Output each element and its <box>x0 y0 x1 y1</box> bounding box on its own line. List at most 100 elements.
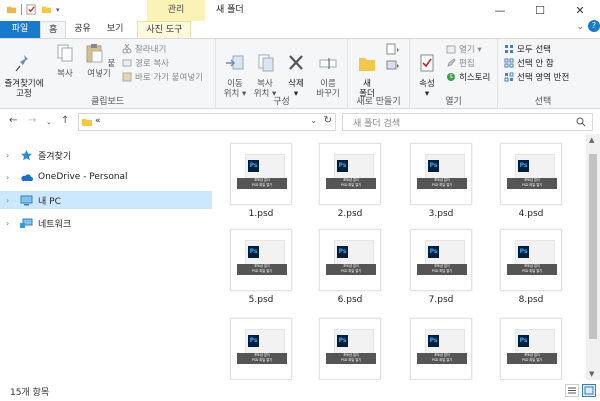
open-group: 속성 ▾ 열기 ▾ 편집 히스토리 열기 <box>410 39 498 109</box>
file-thumbnail: Ps 포토샵 없이 PSD 파일 열기 <box>500 143 562 205</box>
invert-selection-button[interactable]: 선택 영역 반전 <box>504 71 569 83</box>
close-button[interactable]: ✕ <box>560 0 600 21</box>
file-item[interactable]: Ps 포토샵 없이 PSD 파일 열기 4.psd <box>496 139 566 224</box>
sidebar-item-onedrive[interactable]: › OneDrive - Personal <box>0 168 212 186</box>
title-bar: ▾ 관리 새 폴더 — ☐ ✕ <box>0 0 600 21</box>
copy-to-button[interactable]: 복사 위치 ▾ <box>250 43 280 99</box>
up-arrow-icon[interactable]: ↑ <box>61 115 69 126</box>
file-thumbnail: Ps 포토샵 없이 PSD 파일 열기 <box>319 318 381 380</box>
select-group: 모두 선택 선택 안 함 선택 영역 반전 선택 <box>498 39 588 109</box>
select-none-button[interactable]: 선택 안 함 <box>504 57 554 69</box>
sidebar-item-quick-access[interactable]: › 즐겨찾기 <box>0 146 212 164</box>
forward-arrow-icon[interactable]: → <box>28 115 36 126</box>
thumbnail-caption: 포토샵 없이 PSD 파일 열기 <box>507 178 557 189</box>
delete-button[interactable]: 삭제 ▾ <box>282 43 310 99</box>
collapse-ribbon-icon[interactable]: ⌄ <box>576 22 584 32</box>
minimize-button[interactable]: — <box>480 0 520 21</box>
sidebar-item-network[interactable]: › 네트워크 <box>0 214 212 232</box>
file-name: 6.psd <box>337 295 363 305</box>
paste-shortcut-icon <box>122 72 132 82</box>
easy-access-icon[interactable] <box>386 59 400 71</box>
copy-path-button[interactable]: 경로 복사 <box>122 57 169 69</box>
select-all-button[interactable]: 모두 선택 <box>504 43 551 55</box>
vertical-scrollbar[interactable]: ▲ ▼ <box>586 134 600 380</box>
properties-button[interactable]: 속성 ▾ <box>414 43 440 99</box>
file-thumbnail: Ps 포토샵 없이 PSD 파일 열기 <box>230 318 292 380</box>
rename-button[interactable]: 이름 바꾸기 <box>312 43 344 99</box>
file-item[interactable]: Ps포토샵 없이 PSD 파일 열기9.psd <box>226 314 296 380</box>
tab-home[interactable]: 홈 <box>40 21 67 38</box>
expand-chevron-icon[interactable]: › <box>6 219 14 228</box>
tab-view[interactable]: 보기 <box>99 21 132 38</box>
pin-to-quick-access-button[interactable]: 즐겨찾기에 고정 <box>4 43 44 99</box>
expand-chevron-icon[interactable]: › <box>6 151 14 160</box>
file-thumbnail: Ps 포토샵 없이 PSD 파일 열기 <box>319 143 381 205</box>
search-icon <box>576 117 586 127</box>
open-button[interactable]: 열기 ▾ <box>446 43 482 55</box>
history-button[interactable]: 히스토리 <box>446 71 490 83</box>
file-item[interactable]: Ps 포토샵 없이 PSD 파일 열기 7.psd <box>406 225 476 310</box>
edit-button[interactable]: 편집 <box>446 57 475 69</box>
select-group-label: 선택 <box>534 97 552 107</box>
paste-shortcut-button[interactable]: 바로 가기 붙여넣기 <box>122 71 203 83</box>
file-item[interactable]: Ps 포토샵 없이 PSD 파일 열기 3.psd <box>406 139 476 224</box>
paste-button[interactable]: 붙여넣기 <box>80 43 118 79</box>
folder-icon <box>82 119 92 126</box>
properties-check-icon[interactable] <box>26 4 37 15</box>
network-icon <box>20 218 33 228</box>
scroll-thumb[interactable] <box>589 154 597 339</box>
ribbon-tabs: 파일 홈 공유 보기 사진 도구 <box>0 21 600 38</box>
file-item[interactable]: Ps포토샵 없이 PSD 파일 열기12.psd <box>496 314 566 380</box>
address-bar[interactable]: « ⌄ ↻ <box>78 113 336 131</box>
refresh-icon[interactable]: ↻ <box>324 115 332 126</box>
select-none-label: 선택 안 함 <box>517 59 554 69</box>
thumbnail-caption: 포토샵 없이 PSD 파일 열기 <box>237 353 287 364</box>
file-name: 7.psd <box>428 295 454 305</box>
file-item[interactable]: Ps 포토샵 없이 PSD 파일 열기 2.psd <box>315 139 385 224</box>
address-dropdown-icon[interactable]: ⌄ <box>310 116 317 125</box>
file-item[interactable]: Ps포토샵 없이 PSD 파일 열기11.psd <box>406 314 476 380</box>
sidebar-item-this-pc[interactable]: › 내 PC <box>0 191 212 209</box>
expand-chevron-icon[interactable]: › <box>6 196 14 205</box>
copy-button[interactable]: 복사 <box>50 43 80 79</box>
tab-picture-tools[interactable]: 사진 도구 <box>137 21 192 38</box>
scroll-down-icon[interactable]: ▼ <box>589 370 594 378</box>
thumbnail-caption: 포토샵 없이 PSD 파일 열기 <box>417 353 467 364</box>
move-to-button[interactable]: 이동 위치 ▾ <box>220 43 250 99</box>
new-folder-icon[interactable] <box>41 4 52 15</box>
maximize-button[interactable]: ☐ <box>520 0 560 21</box>
sidebar-item-label: 네트워크 <box>38 219 72 230</box>
history-icon <box>447 73 455 81</box>
file-item[interactable]: Ps 포토샵 없이 PSD 파일 열기 5.psd <box>226 225 296 310</box>
file-name: 5.psd <box>248 295 274 305</box>
expand-chevron-icon[interactable]: › <box>6 173 14 182</box>
file-item[interactable]: Ps 포토샵 없이 PSD 파일 열기 1.psd <box>226 139 296 224</box>
file-item[interactable]: Ps포토샵 없이 PSD 파일 열기10.psd <box>315 314 385 380</box>
large-icons-view-button[interactable] <box>582 384 596 397</box>
thumbnail-caption: 포토샵 없이 PSD 파일 열기 <box>237 264 287 275</box>
select-all-label: 모두 선택 <box>517 45 551 55</box>
customize-qa-chevron-icon[interactable]: ▾ <box>56 6 60 14</box>
new-folder-icon <box>359 58 375 71</box>
file-name: 8.psd <box>518 295 544 305</box>
recent-chevron-icon[interactable]: ⌄ <box>46 118 52 126</box>
file-name: 3.psd <box>428 209 454 219</box>
back-arrow-icon[interactable]: ← <box>9 115 17 126</box>
photoshop-icon: Ps <box>518 246 529 258</box>
file-item[interactable]: Ps 포토샵 없이 PSD 파일 열기 8.psd <box>496 225 566 310</box>
search-input[interactable]: 새 폴더 검색 <box>342 113 593 131</box>
tab-share[interactable]: 공유 <box>66 21 99 38</box>
properties-icon <box>420 54 434 72</box>
scroll-up-icon[interactable]: ▲ <box>589 136 594 144</box>
tab-file[interactable]: 파일 <box>0 21 40 38</box>
new-item-icon[interactable] <box>386 43 400 55</box>
sidebar-item-label: 내 PC <box>38 196 61 207</box>
new-folder-button[interactable]: 새 폴더 <box>354 43 380 99</box>
details-view-button[interactable] <box>565 384 579 397</box>
file-item[interactable]: Ps 포토샵 없이 PSD 파일 열기 6.psd <box>315 225 385 310</box>
search-placeholder: 새 폴더 검색 <box>353 119 401 129</box>
help-icon[interactable]: ? <box>588 20 600 32</box>
copy-to-icon <box>258 54 274 72</box>
cut-button[interactable]: 잘라내기 <box>122 43 166 55</box>
folder-icon[interactable] <box>6 4 17 15</box>
